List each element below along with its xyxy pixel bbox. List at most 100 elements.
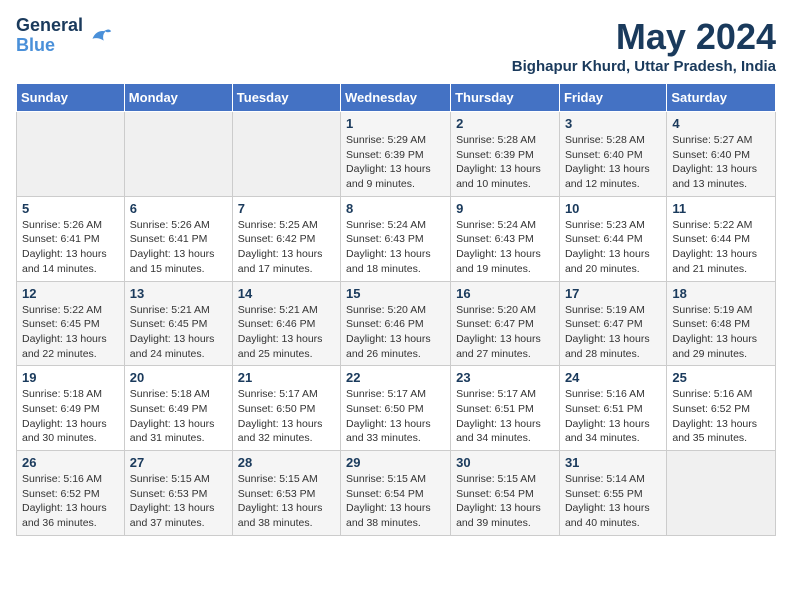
table-row: 13Sunrise: 5:21 AMSunset: 6:45 PMDayligh… <box>124 281 232 366</box>
day-number: 10 <box>565 201 661 216</box>
table-row: 4Sunrise: 5:27 AMSunset: 6:40 PMDaylight… <box>667 112 776 197</box>
day-info: Sunrise: 5:19 AMSunset: 6:47 PMDaylight:… <box>565 304 650 360</box>
day-info: Sunrise: 5:15 AMSunset: 6:53 PMDaylight:… <box>238 473 323 529</box>
day-number: 7 <box>238 201 335 216</box>
logo-blue-text: Blue <box>16 36 83 56</box>
day-info: Sunrise: 5:16 AMSunset: 6:51 PMDaylight:… <box>565 388 650 444</box>
header-sunday: Sunday <box>17 84 125 112</box>
day-number: 29 <box>346 455 445 470</box>
table-row: 9 Sunrise: 5:24 AMSunset: 6:43 PMDaylight… <box>451 196 560 281</box>
day-number: 9 <box>456 201 554 216</box>
day-info: Sunrise: 5:22 AMSunset: 6:45 PMDaylight:… <box>22 304 107 360</box>
header-wednesday: Wednesday <box>341 84 451 112</box>
day-info: Sunrise: 5:24 AMSunset: 6:43 PMDaylight:… <box>346 219 431 275</box>
day-number: 14 <box>238 286 335 301</box>
day-info: Sunrise: 5:17 AMSunset: 6:50 PMDaylight:… <box>238 388 323 444</box>
day-info: Sunrise: 5:16 AMSunset: 6:52 PMDaylight:… <box>672 388 757 444</box>
logo-bird-icon <box>85 22 113 50</box>
day-info: Sunrise: 5:18 AMSunset: 6:49 PMDaylight:… <box>130 388 215 444</box>
day-info: Sunrise: 5:16 AMSunset: 6:52 PMDaylight:… <box>22 473 107 529</box>
day-info: Sunrise: 5:15 AMSunset: 6:54 PMDaylight:… <box>346 473 431 529</box>
title-section: May 2024 Bighapur Khurd, Uttar Pradesh, … <box>512 16 776 75</box>
day-number: 26 <box>22 455 119 470</box>
header-thursday: Thursday <box>451 84 560 112</box>
table-row: 21 Sunrise: 5:17 AMSunset: 6:50 PMDayligh… <box>232 366 340 451</box>
calendar-week-row: 26 Sunrise: 5:16 AMSunset: 6:52 PMDayligh… <box>17 451 776 536</box>
table-row: 24 Sunrise: 5:16 AMSunset: 6:51 PMDayligh… <box>559 366 666 451</box>
table-row: 1 Sunrise: 5:29 AMSunset: 6:39 PMDaylight… <box>341 112 451 197</box>
day-number: 22 <box>346 370 445 385</box>
table-row: 11 Sunrise: 5:22 AMSunset: 6:44 PMDayligh… <box>667 196 776 281</box>
day-number: 4 <box>672 116 770 131</box>
table-row: 12 Sunrise: 5:22 AMSunset: 6:45 PMDayligh… <box>17 281 125 366</box>
header-saturday: Saturday <box>667 84 776 112</box>
day-number: 11 <box>672 201 770 216</box>
logo: General Blue <box>16 16 113 56</box>
day-number: 17 <box>565 286 661 301</box>
location-subtitle: Bighapur Khurd, Uttar Pradesh, India <box>512 58 776 75</box>
page-header: General Blue May 2024 Bighapur Khurd, Ut… <box>16 16 776 75</box>
day-number: 21 <box>238 370 335 385</box>
day-number: 5 <box>22 201 119 216</box>
day-number: 18 <box>672 286 770 301</box>
day-number: 19 <box>22 370 119 385</box>
header-tuesday: Tuesday <box>232 84 340 112</box>
table-row: 30Sunrise: 5:15 AMSunset: 6:54 PMDayligh… <box>451 451 560 536</box>
table-row: 17 Sunrise: 5:19 AMSunset: 6:47 PMDayligh… <box>559 281 666 366</box>
table-row <box>124 112 232 197</box>
day-info: Sunrise: 5:20 AMSunset: 6:47 PMDaylight:… <box>456 304 541 360</box>
day-info: Sunrise: 5:21 AMSunset: 6:45 PMDaylight:… <box>130 304 215 360</box>
day-info: Sunrise: 5:17 AMSunset: 6:51 PMDaylight:… <box>456 388 541 444</box>
table-row: 2Sunrise: 5:28 AMSunset: 6:39 PMDaylight… <box>451 112 560 197</box>
table-row: 10 Sunrise: 5:23 AMSunset: 6:44 PMDayligh… <box>559 196 666 281</box>
day-number: 8 <box>346 201 445 216</box>
day-number: 12 <box>22 286 119 301</box>
table-row <box>667 451 776 536</box>
header-friday: Friday <box>559 84 666 112</box>
day-number: 27 <box>130 455 227 470</box>
day-number: 20 <box>130 370 227 385</box>
day-info: Sunrise: 5:17 AMSunset: 6:50 PMDaylight:… <box>346 388 431 444</box>
day-number: 3 <box>565 116 661 131</box>
day-info: Sunrise: 5:29 AMSunset: 6:39 PMDaylight:… <box>346 134 431 190</box>
header-monday: Monday <box>124 84 232 112</box>
table-row: 23 Sunrise: 5:17 AMSunset: 6:51 PMDayligh… <box>451 366 560 451</box>
day-number: 6 <box>130 201 227 216</box>
table-row: 3 Sunrise: 5:28 AMSunset: 6:40 PMDaylight… <box>559 112 666 197</box>
table-row: 29 Sunrise: 5:15 AMSunset: 6:54 PMDayligh… <box>341 451 451 536</box>
day-info: Sunrise: 5:20 AMSunset: 6:46 PMDaylight:… <box>346 304 431 360</box>
day-number: 16 <box>456 286 554 301</box>
day-info: Sunrise: 5:14 AMSunset: 6:55 PMDaylight:… <box>565 473 650 529</box>
day-info: Sunrise: 5:18 AMSunset: 6:49 PMDaylight:… <box>22 388 107 444</box>
day-info: Sunrise: 5:28 AMSunset: 6:39 PMDaylight:… <box>456 134 541 190</box>
day-number: 23 <box>456 370 554 385</box>
logo-general-text: General <box>16 16 83 36</box>
table-row: 8 Sunrise: 5:24 AMSunset: 6:43 PMDaylight… <box>341 196 451 281</box>
table-row: 14 Sunrise: 5:21 AMSunset: 6:46 PMDayligh… <box>232 281 340 366</box>
calendar-week-row: 12 Sunrise: 5:22 AMSunset: 6:45 PMDayligh… <box>17 281 776 366</box>
table-row: 22 Sunrise: 5:17 AMSunset: 6:50 PMDayligh… <box>341 366 451 451</box>
table-row: 26 Sunrise: 5:16 AMSunset: 6:52 PMDayligh… <box>17 451 125 536</box>
day-info: Sunrise: 5:23 AMSunset: 6:44 PMDaylight:… <box>565 219 650 275</box>
day-number: 31 <box>565 455 661 470</box>
table-row: 31 Sunrise: 5:14 AMSunset: 6:55 PMDayligh… <box>559 451 666 536</box>
day-info: Sunrise: 5:19 AMSunset: 6:48 PMDaylight:… <box>672 304 757 360</box>
day-info: Sunrise: 5:22 AMSunset: 6:44 PMDaylight:… <box>672 219 757 275</box>
table-row <box>17 112 125 197</box>
table-row: 19 Sunrise: 5:18 AMSunset: 6:49 PMDayligh… <box>17 366 125 451</box>
day-number: 30 <box>456 455 554 470</box>
day-number: 24 <box>565 370 661 385</box>
day-info: Sunrise: 5:24 AMSunset: 6:43 PMDaylight:… <box>456 219 541 275</box>
day-info: Sunrise: 5:28 AMSunset: 6:40 PMDaylight:… <box>565 134 650 190</box>
day-number: 28 <box>238 455 335 470</box>
day-number: 1 <box>346 116 445 131</box>
day-info: Sunrise: 5:25 AMSunset: 6:42 PMDaylight:… <box>238 219 323 275</box>
month-year-title: May 2024 <box>512 16 776 58</box>
weekday-header-row: Sunday Monday Tuesday Wednesday Thursday… <box>17 84 776 112</box>
day-number: 15 <box>346 286 445 301</box>
calendar-week-row: 5Sunrise: 5:26 AMSunset: 6:41 PMDaylight… <box>17 196 776 281</box>
day-info: Sunrise: 5:15 AMSunset: 6:53 PMDaylight:… <box>130 473 215 529</box>
table-row: 15 Sunrise: 5:20 AMSunset: 6:46 PMDayligh… <box>341 281 451 366</box>
table-row: 25Sunrise: 5:16 AMSunset: 6:52 PMDayligh… <box>667 366 776 451</box>
day-info: Sunrise: 5:21 AMSunset: 6:46 PMDaylight:… <box>238 304 323 360</box>
